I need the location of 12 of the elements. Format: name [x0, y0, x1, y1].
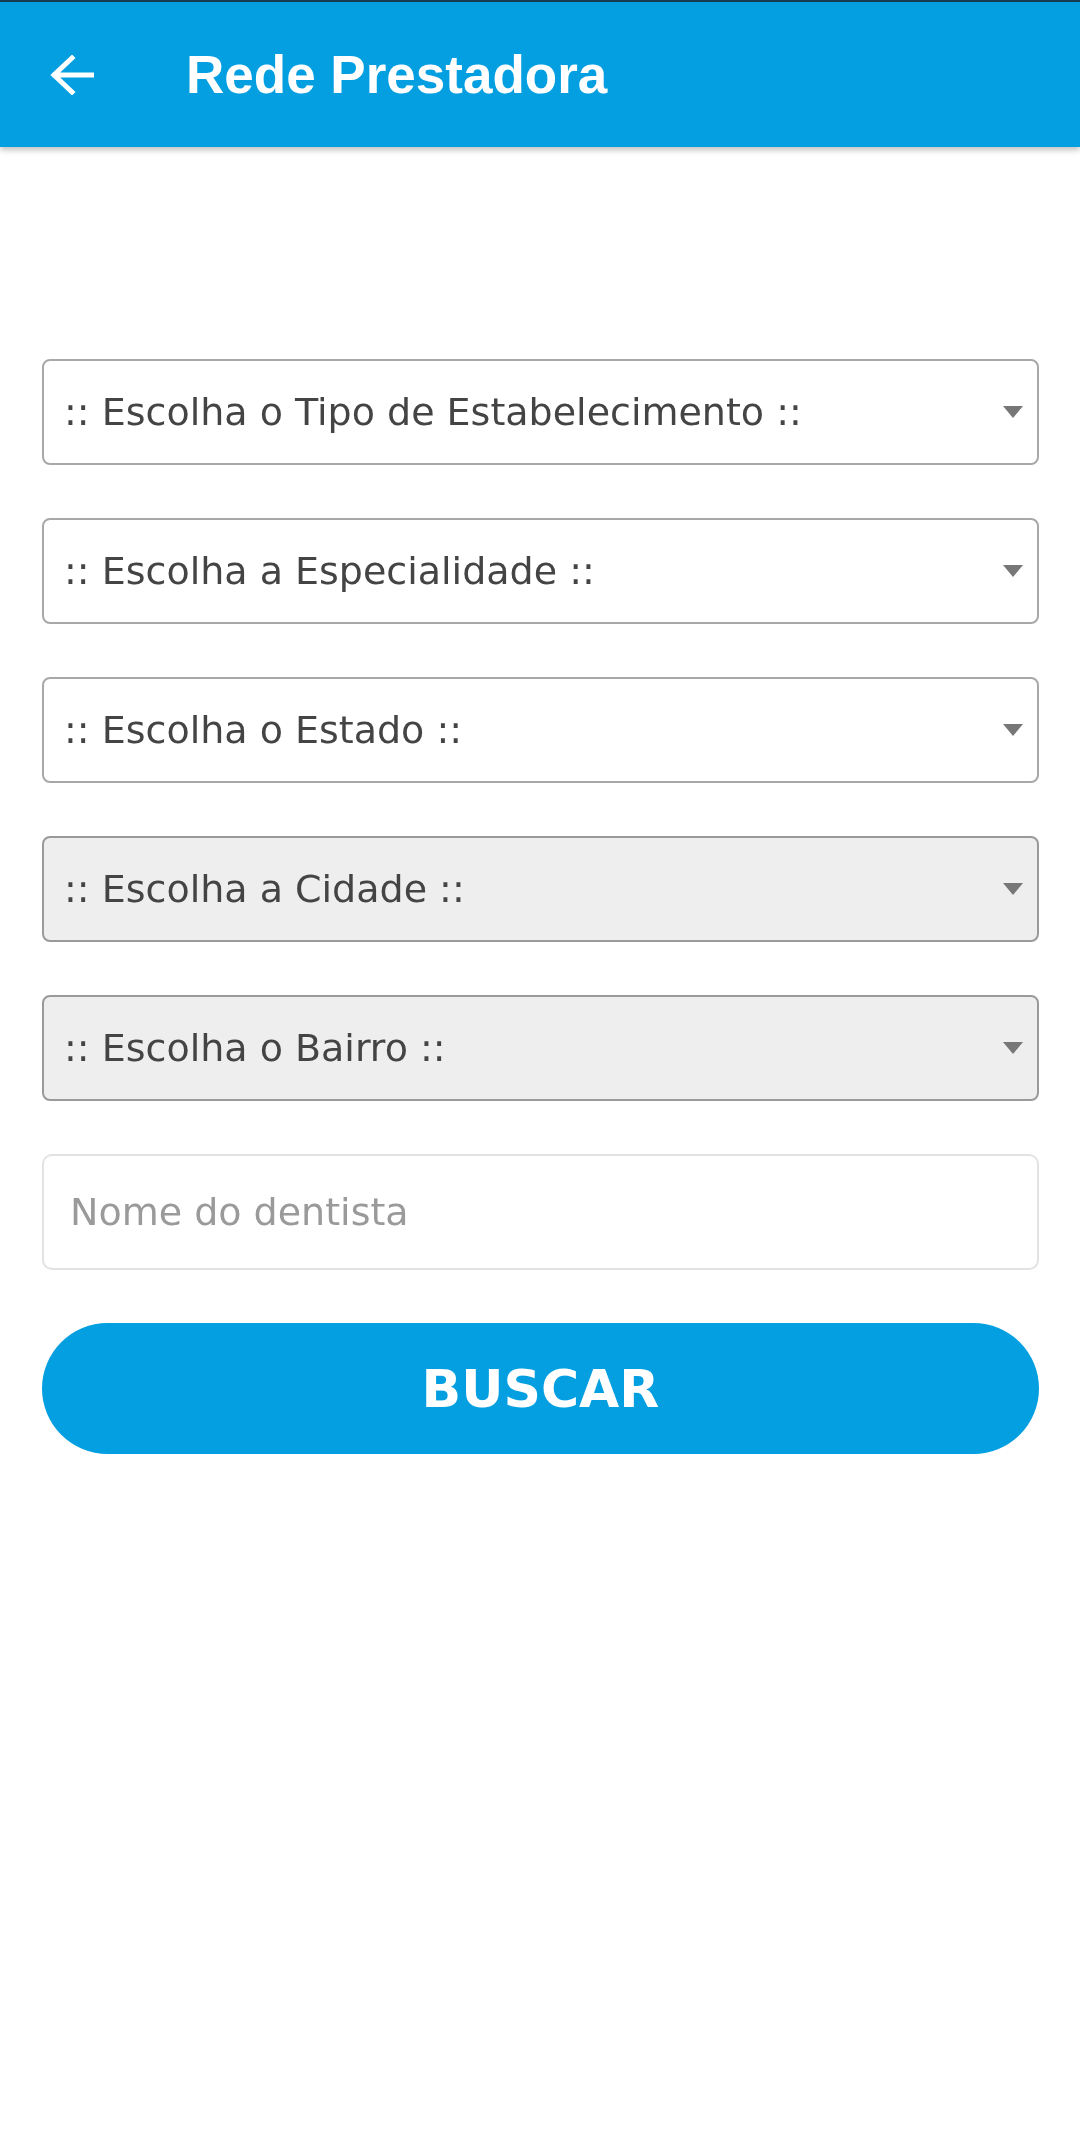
name-input-field[interactable]: Nome do dentista [42, 1154, 1039, 1270]
back-arrow-icon [50, 54, 94, 95]
back-button[interactable] [50, 54, 94, 95]
caret-icon [1003, 724, 1023, 736]
caret-icon [1003, 883, 1023, 895]
dropdown[interactable]: :: Escolha o Estado :: [42, 677, 1039, 783]
dropdown[interactable]: :: Escolha o Tipo de Estabelecimento :: [42, 359, 1039, 465]
dropdown[interactable]: :: Escolha a Especialidade :: [42, 518, 1039, 624]
caret-icon [1003, 565, 1023, 577]
caret-icon [1003, 406, 1023, 418]
caret-icon [1003, 1042, 1023, 1054]
screen-title: Rede Prestadora [186, 43, 608, 106]
